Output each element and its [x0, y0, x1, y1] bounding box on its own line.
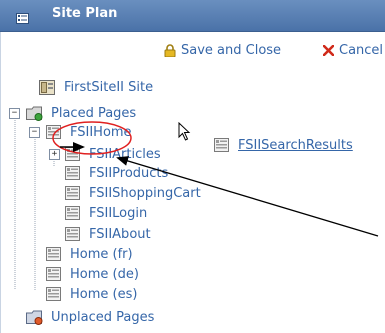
- folder-icon: [25, 105, 43, 121]
- cancel-button[interactable]: Cancel: [323, 40, 383, 60]
- tree-node-fsiilogin[interactable]: FSIILogin: [63, 204, 147, 222]
- home-es-label: Home (es): [70, 286, 138, 302]
- placed-pages-label: Placed Pages: [51, 105, 137, 121]
- tree-node-home-es[interactable]: Home (es): [44, 285, 137, 303]
- tree-node-fsiihome[interactable]: FSIIHome: [44, 123, 132, 141]
- page-template-icon: [44, 124, 62, 140]
- padlock-icon: [164, 43, 176, 57]
- page-template-icon: [63, 146, 81, 162]
- tree-node-fsiiproducts[interactable]: FSIIProducts: [63, 164, 168, 182]
- page-template-icon: [63, 185, 81, 201]
- folder-icon: [25, 309, 43, 325]
- page-template-icon: [63, 226, 81, 242]
- home-de-label: Home (de): [70, 266, 139, 282]
- save-and-close-label: Save and Close: [181, 42, 282, 58]
- tree-list-icon: [16, 9, 29, 28]
- tree-node-fsiiabout[interactable]: FSIIAbout: [63, 225, 151, 243]
- page-template-icon: [44, 246, 62, 262]
- page-template-icon: [63, 205, 81, 221]
- save-and-close-button[interactable]: Save and Close: [164, 40, 281, 60]
- cancel-label: Cancel: [339, 42, 384, 58]
- tree-node-placed-pages[interactable]: Placed Pages: [25, 104, 136, 122]
- expand-toggle-fsiiarticles[interactable]: +: [49, 149, 60, 160]
- page-template-icon: [44, 266, 62, 282]
- page-template-icon: [44, 286, 62, 302]
- collapse-toggle-fsiihome[interactable]: −: [29, 127, 40, 138]
- site-label: FirstSiteII Site: [64, 79, 154, 95]
- page-template-icon: [212, 137, 230, 153]
- page-template-icon: [63, 165, 81, 181]
- red-x-icon: [323, 44, 334, 56]
- tree-node-site[interactable]: FirstSiteII Site: [38, 78, 153, 96]
- fsiiarticles-label: FSIIArticles: [89, 146, 161, 162]
- window-title: Site Plan: [52, 6, 118, 21]
- tree-node-unplaced-pages[interactable]: Unplaced Pages: [25, 308, 154, 326]
- tree-node-fsiiarticles[interactable]: FSIIArticles: [63, 145, 161, 163]
- fsiilogin-label: FSIILogin: [89, 205, 148, 221]
- collapse-toggle-placed[interactable]: −: [9, 108, 20, 119]
- site-icon: [38, 79, 56, 95]
- title-bar: Site Plan: [0, 0, 385, 32]
- tree-node-fsiishoppingcart[interactable]: FSIIShoppingCart: [63, 184, 201, 202]
- home-fr-label: Home (fr): [70, 246, 133, 262]
- tree-node-home-fr[interactable]: Home (fr): [44, 245, 133, 263]
- fsiiproducts-label: FSIIProducts: [89, 165, 169, 181]
- mouse-cursor-icon: [178, 121, 192, 146]
- site-plan-window: Site Plan Save and Close Cancel FirstSit…: [0, 0, 385, 333]
- tree-node-fsiisearchresults[interactable]: FSIISearchResults: [212, 136, 353, 154]
- fsiishoppingcart-label: FSIIShoppingCart: [89, 185, 201, 201]
- fsiiabout-label: FSIIAbout: [89, 226, 151, 242]
- fsiihome-label: FSIIHome: [70, 124, 132, 140]
- fsiisearchresults-label: FSIISearchResults: [238, 137, 353, 153]
- tree-node-home-de[interactable]: Home (de): [44, 265, 139, 283]
- unplaced-pages-label: Unplaced Pages: [51, 309, 155, 325]
